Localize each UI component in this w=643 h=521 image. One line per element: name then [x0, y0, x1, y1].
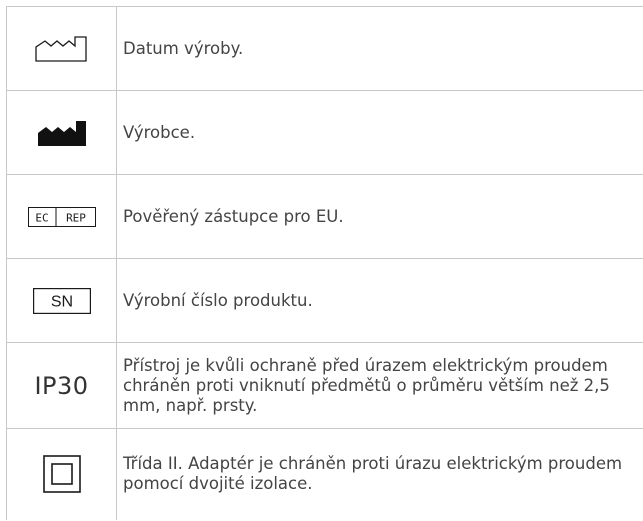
row-description: Výrobce. [116, 90, 643, 175]
date-of-manufacture-icon [34, 35, 87, 62]
rep-label: REP [66, 211, 86, 224]
row-description: Pověřený zástupce pro EU. [116, 174, 643, 259]
row-description: Výrobní číslo produktu. [116, 258, 643, 343]
table-row: Výrobce. [6, 90, 643, 175]
symbols-table: Datum výroby. Výrobce. EC REP Pověřený z… [6, 6, 643, 520]
symbol-cell: IP30 [6, 342, 117, 429]
table-row: SN Výrobní číslo produktu. [6, 258, 643, 343]
class-ii-icon [42, 455, 81, 494]
row-description: Třída II. Adaptér je chráněn proti úrazu… [116, 428, 643, 520]
symbol-cell: SN [6, 258, 117, 343]
row-description: Datum výroby. [116, 6, 643, 91]
symbol-cell: EC REP [6, 174, 117, 259]
serial-number-icon: SN [32, 287, 91, 314]
row-description: Přístroj je kvůli ochraně před úrazem el… [116, 342, 643, 429]
symbol-cell [6, 428, 117, 520]
manufacturer-icon [37, 120, 86, 146]
symbol-cell [6, 6, 117, 91]
symbol-cell [6, 90, 117, 175]
ec-label: EC [35, 211, 48, 224]
sn-label: SN [50, 293, 72, 310]
ip-rating-icon: IP30 [34, 371, 89, 400]
ec-rep-icon: EC REP [27, 206, 96, 227]
table-row: Datum výroby. [6, 6, 643, 91]
table-row: Třída II. Adaptér je chráněn proti úrazu… [6, 428, 643, 520]
table-row: IP30 Přístroj je kvůli ochraně před úraz… [6, 342, 643, 429]
table-row: EC REP Pověřený zástupce pro EU. [6, 174, 643, 259]
